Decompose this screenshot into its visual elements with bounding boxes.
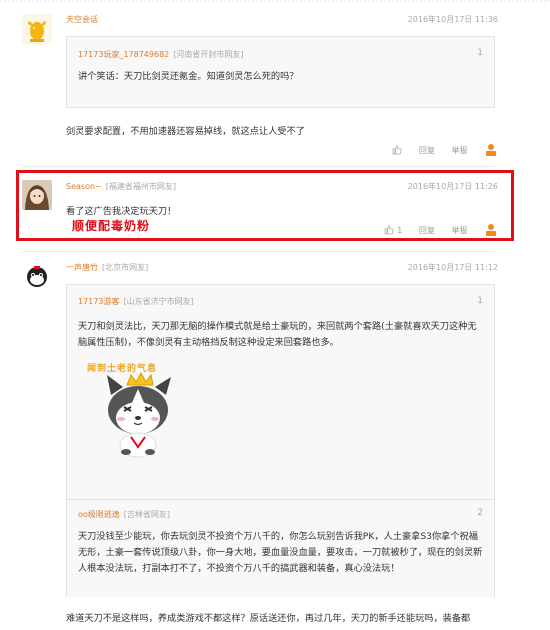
comment-actions: 回复 举报 (392, 143, 498, 159)
avatar[interactable] (22, 14, 52, 44)
up-button[interactable] (470, 143, 498, 157)
bump-icon (486, 144, 496, 156)
sticker: 闻到土老的气息 (81, 355, 191, 465)
quote-text: 天刀和剑灵法比，天刀那无脑的操作模式就是给土豪玩的，来回就两个套路(土豪就喜欢天… (78, 321, 477, 348)
quote-location: [吉林省网友] (123, 510, 171, 519)
husky-sticker-image (107, 371, 171, 458)
quote-username[interactable]: 17173玩家_178749682 (78, 50, 169, 59)
report-link[interactable]: 举报 (451, 145, 467, 156)
quote-text: 天刀没钱至少能玩，你去玩剑灵不投资个万八千的，你怎么玩别告诉我PK，人土豪拿S3… (78, 531, 483, 574)
username[interactable]: 一声唐竹 (66, 263, 98, 272)
quote-location: [山东省济宁市网友] (123, 297, 194, 306)
comment-text: 剑灵要求配置，不用加速器还容易掉线，就这点让人受不了 (66, 126, 305, 137)
avatar[interactable] (22, 262, 52, 292)
post-time: 2016年10月17日 11:36 (407, 15, 498, 24)
quote-block: 17173游客 [山东省济宁市网友] 1 天刀和剑灵法比，天刀那无脑的操作模式就是… (66, 284, 495, 597)
quote-floor: 1 (477, 48, 483, 58)
user-location: [北京市网友] (102, 263, 149, 272)
quote-floor: 1 (477, 296, 483, 306)
quote-username[interactable]: oo极限逃逸 (78, 510, 120, 519)
reply-link[interactable]: 回复 (419, 145, 435, 156)
quote-location: [河南省开封市网友] (173, 50, 244, 59)
divider (22, 166, 495, 167)
top-border (0, 0, 550, 2)
divider (22, 251, 495, 252)
nested-quote-block: oo极限逃逸 [吉林省网友] 2 天刀没钱至少能玩，你去玩剑灵不投资个万八千的，你… (67, 499, 494, 597)
comment-text: 难道天刀不是这样吗，养成类游戏不都这样？原话送还你，再过几年，天刀的新手还能玩吗… (66, 613, 471, 624)
avatar-image (22, 14, 52, 44)
thumbs-up-icon (392, 145, 402, 155)
annotation-text: 顺便配毒奶粉 (72, 219, 151, 233)
quote-text: 讲个笑话：天刀比剑灵还氪金。知道剑灵怎么死的吗？ (78, 71, 299, 82)
username[interactable]: 天空会话 (66, 15, 98, 24)
quote-username[interactable]: 17173游客 (78, 297, 119, 306)
like-button[interactable] (392, 145, 402, 155)
avatar-image (22, 262, 52, 292)
post-time: 2016年10月17日 11:12 (407, 263, 498, 272)
quote-floor: 2 (477, 508, 483, 518)
quote-block: 17173玩家_178749682 [河南省开封市网友] 1 讲个笑话：天刀比剑灵… (66, 36, 495, 108)
